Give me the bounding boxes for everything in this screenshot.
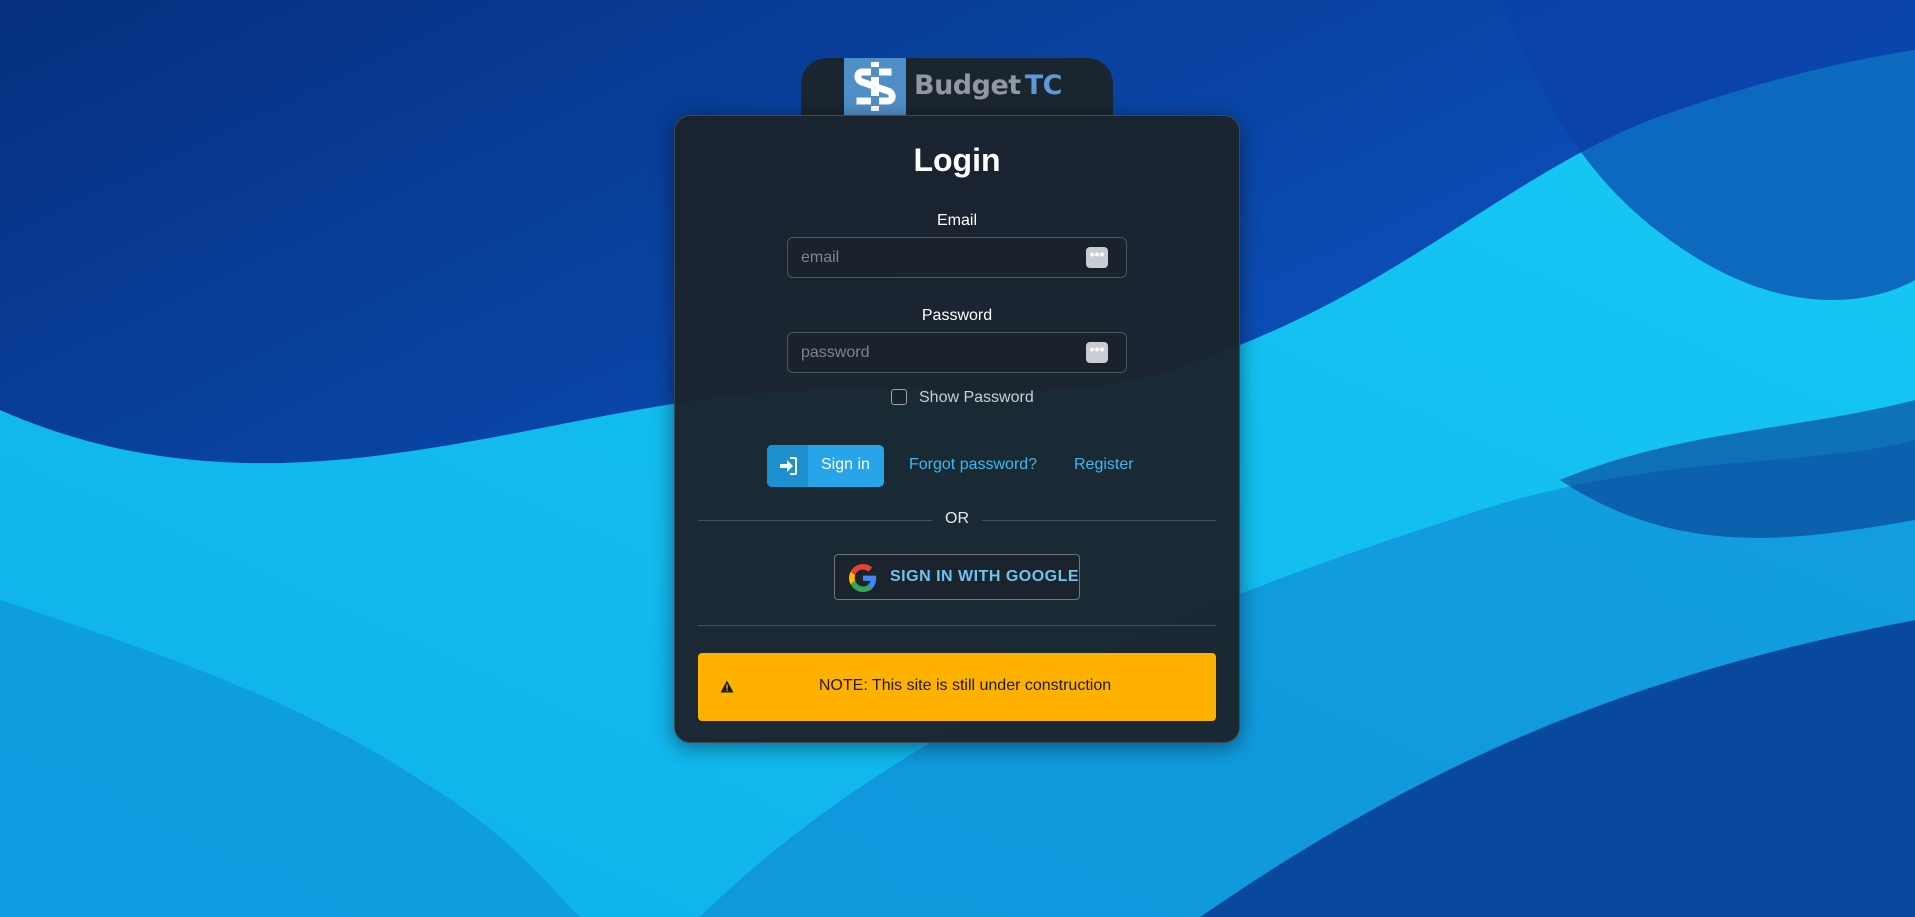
password-label: Password — [921, 307, 993, 324]
or-separator: OR — [945, 510, 969, 527]
email-label: Email — [936, 212, 977, 229]
divider-right — [982, 520, 1216, 521]
show-password-label: Show Password — [919, 389, 1034, 406]
password-field[interactable] — [788, 333, 1078, 372]
brand-name-part2: TC — [1024, 70, 1063, 101]
brand-logo-tab: Budget TC — [801, 58, 1113, 118]
google-sign-in-button[interactable]: SIGN IN WITH GOOGLE — [834, 554, 1080, 600]
google-icon — [849, 564, 877, 592]
register-link[interactable]: Register — [1074, 456, 1134, 474]
password-field-wrapper: ••• — [787, 332, 1127, 373]
google-sign-in-label: SIGN IN WITH GOOGLE — [890, 568, 1080, 585]
construction-notice: NOTE: This site is still under construct… — [698, 653, 1216, 721]
construction-notice-text: NOTE: This site is still under construct… — [818, 677, 1112, 694]
email-field-wrapper: ••• — [787, 237, 1127, 278]
forgot-password-link[interactable]: Forgot password? — [909, 456, 1037, 474]
sign-in-label: Sign in — [821, 456, 870, 473]
email-field[interactable] — [788, 238, 1078, 277]
login-card: Login Email ••• Password ••• Show Passwo… — [674, 115, 1240, 743]
password-manager-icon[interactable]: ••• — [1086, 342, 1108, 363]
brand-name-part1: Budget — [914, 70, 1021, 101]
page-title: Login — [913, 142, 1001, 178]
dollar-sign-icon — [844, 58, 906, 115]
password-manager-icon[interactable]: ••• — [1086, 247, 1108, 268]
brand-name: Budget TC — [914, 70, 1062, 101]
section-divider — [698, 625, 1216, 626]
sign-in-button[interactable]: Sign in — [767, 445, 884, 487]
show-password-checkbox[interactable] — [891, 389, 907, 405]
sign-in-icon — [767, 445, 808, 487]
